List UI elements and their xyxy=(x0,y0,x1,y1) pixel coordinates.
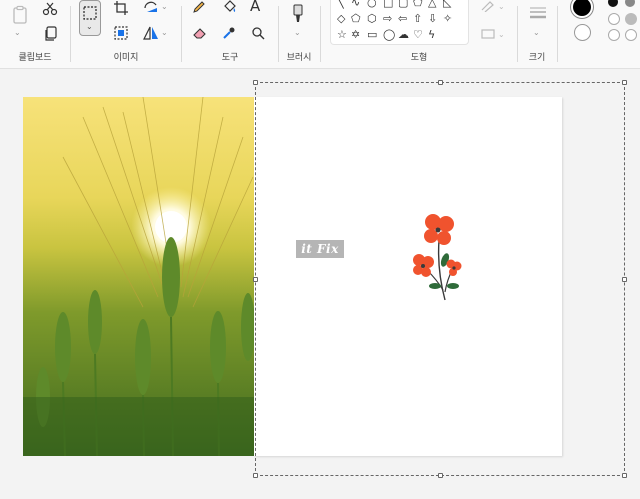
brush-icon[interactable] xyxy=(291,4,305,24)
select-button[interactable]: ⌄ xyxy=(79,0,101,36)
color-swatch-gray[interactable] xyxy=(625,0,635,7)
diamond-shape[interactable]: ◇ xyxy=(337,13,345,25)
tools-label: 도구 xyxy=(221,53,239,63)
chevron-down-icon[interactable]: ⌄ xyxy=(161,2,168,11)
oval-callout-shape[interactable]: ◯ xyxy=(383,29,395,41)
cloud-callout-shape[interactable]: ☁ xyxy=(398,29,409,41)
pentagon-shape[interactable]: ⬠ xyxy=(351,13,361,25)
select-icon xyxy=(83,6,97,20)
size-label: 크기 xyxy=(528,53,546,63)
clipboard-group: ⌄ 클립보드 xyxy=(0,0,70,68)
shapes-label: 도형 xyxy=(410,53,428,63)
oval-shape[interactable]: ○ xyxy=(367,0,377,9)
chevron-down-icon: ⌄ xyxy=(86,22,93,31)
polygon-shape[interactable]: ⬠ xyxy=(413,0,423,9)
pencil-icon[interactable] xyxy=(192,0,206,14)
size-group: ⌄ 크기 xyxy=(518,0,556,68)
brush-group: ⌄ 브러시 xyxy=(279,0,319,68)
left-arrow-shape[interactable]: ⇦ xyxy=(398,13,407,25)
chevron-down-icon[interactable]: ⌄ xyxy=(161,28,168,37)
color-swatch-black[interactable] xyxy=(608,0,618,7)
fill-icon[interactable] xyxy=(222,0,238,14)
cut-icon[interactable] xyxy=(42,2,58,16)
ribbon: ⌄ 클립보드 ⌄ ⌄ ⌄ 이미지 A 도구 ⌄ 브러시 도형 ╲ ∿ ○ □ ▢… xyxy=(0,0,640,69)
line-size-icon[interactable] xyxy=(528,6,548,20)
line-shape[interactable]: ╲ xyxy=(337,0,344,9)
rectangle-shape[interactable]: □ xyxy=(383,0,393,9)
tools-group: A 도구 xyxy=(182,0,278,68)
canvas-page[interactable] xyxy=(254,97,562,456)
image-group: ⌄ ⌄ ⌄ 이미지 xyxy=(71,0,181,68)
color-swatch-white-1[interactable] xyxy=(608,13,620,25)
brush-label: 브러시 xyxy=(286,53,312,63)
color-swatch-white-2[interactable] xyxy=(608,29,620,41)
heart-shape[interactable]: ♡ xyxy=(413,29,423,41)
four-point-star-shape[interactable]: ✧ xyxy=(443,13,452,25)
right-triangle-shape[interactable]: ◺ xyxy=(443,0,451,9)
six-point-star-shape[interactable]: ✡ xyxy=(351,29,360,41)
chevron-down-icon[interactable]: ⌄ xyxy=(533,28,540,37)
chevron-down-icon[interactable]: ⌄ xyxy=(14,28,21,37)
shapes-gallery: ╲ ∿ ○ □ ▢ ⬠ △ ◺ ◇ ⬠ ⬡ ⇨ ⇦ ⇧ ⇩ ✧ ☆ ✡ ▭ ◯ … xyxy=(330,0,469,45)
color-swatch-white-3[interactable] xyxy=(625,29,637,41)
shape-outline-icon[interactable] xyxy=(480,0,496,12)
wheat-photo-art xyxy=(23,97,254,456)
chevron-down-icon[interactable]: ⌄ xyxy=(498,30,505,39)
separator xyxy=(557,6,558,62)
copy-icon[interactable] xyxy=(44,26,58,42)
clipboard-label: 클립보드 xyxy=(18,53,52,63)
lightning-shape[interactable]: ϟ xyxy=(428,29,435,41)
rounded-rect-shape[interactable]: ▢ xyxy=(398,0,408,9)
wheat-photo[interactable] xyxy=(23,97,254,456)
rotate-icon[interactable] xyxy=(143,0,159,14)
watermark-text[interactable]: it Fix xyxy=(296,240,344,258)
color-picker-icon[interactable] xyxy=(222,26,236,40)
right-arrow-shape[interactable]: ⇨ xyxy=(383,13,392,25)
image-label: 이미지 xyxy=(113,53,139,63)
text-icon[interactable]: A xyxy=(250,0,260,15)
paste-icon[interactable] xyxy=(10,5,30,25)
eraser-icon[interactable] xyxy=(192,26,208,40)
chevron-down-icon[interactable]: ⌄ xyxy=(294,28,301,37)
up-arrow-shape[interactable]: ⇧ xyxy=(413,13,422,25)
flip-icon[interactable] xyxy=(143,26,159,40)
color-swatch-lightgray[interactable] xyxy=(625,13,637,25)
flower-illustration xyxy=(413,214,462,301)
down-arrow-shape[interactable]: ⇩ xyxy=(428,13,437,25)
hexagon-shape[interactable]: ⬡ xyxy=(367,13,377,25)
triangle-shape[interactable]: △ xyxy=(428,0,436,9)
resize-icon[interactable] xyxy=(114,26,128,40)
primary-color-swatch[interactable] xyxy=(571,0,593,18)
secondary-color-swatch[interactable] xyxy=(574,24,591,41)
rect-callout-shape[interactable]: ▭ xyxy=(367,29,377,41)
crop-icon[interactable] xyxy=(114,1,128,15)
magnifier-icon[interactable] xyxy=(251,26,265,40)
curve-shape[interactable]: ∿ xyxy=(351,0,360,9)
shape-fill-icon[interactable] xyxy=(480,28,496,40)
five-point-star-shape[interactable]: ☆ xyxy=(337,29,347,41)
chevron-down-icon[interactable]: ⌄ xyxy=(498,2,505,11)
